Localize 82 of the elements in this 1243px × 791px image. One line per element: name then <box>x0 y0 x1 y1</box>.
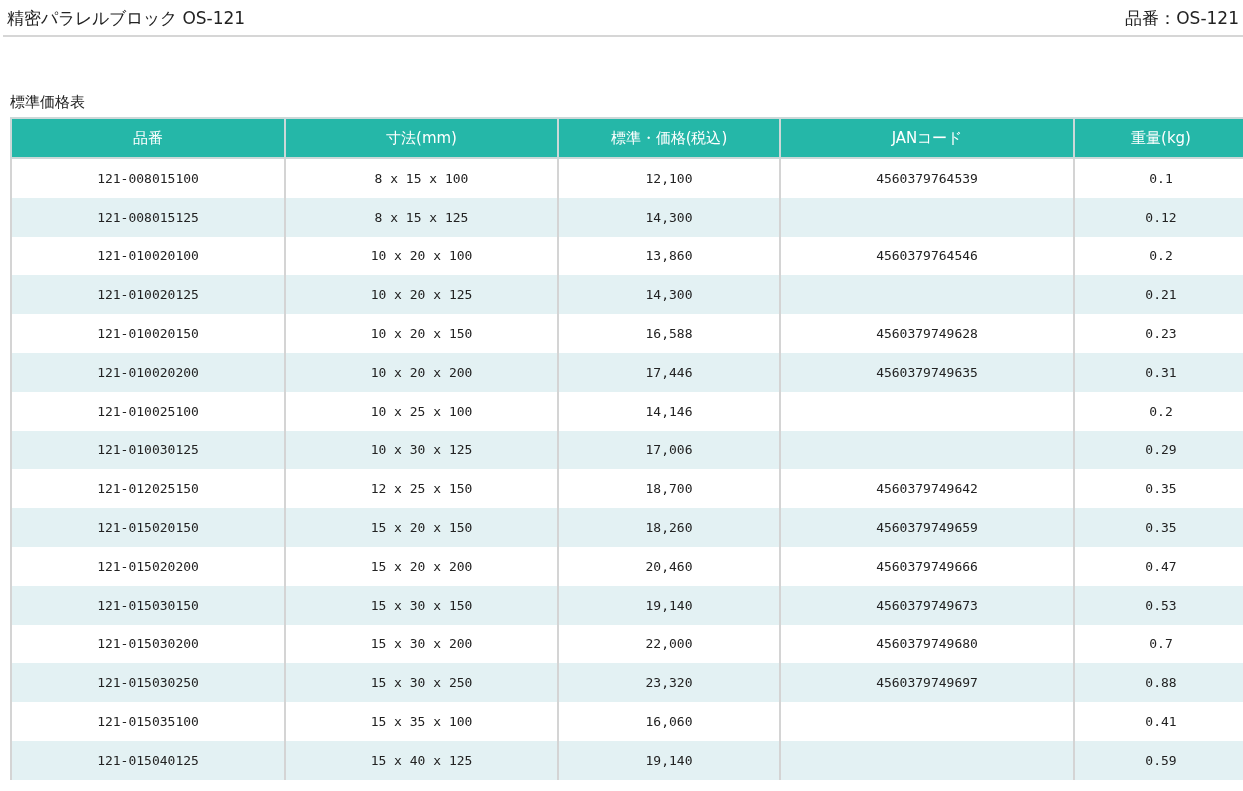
table-cell: 19,140 <box>645 597 693 613</box>
table-cell: 19,140 <box>645 752 693 768</box>
part-number: 品番：OS-121 <box>1125 7 1239 30</box>
table-cell: 121-010020200 <box>97 364 199 380</box>
table-cell: 10 x 20 x 150 <box>370 326 473 342</box>
section-title: 標準価格表 <box>10 93 85 113</box>
table-cell: 4560379749642 <box>876 481 978 497</box>
table-cell: 10 x 30 x 125 <box>370 442 473 458</box>
column-header: JANコード <box>780 118 1074 158</box>
table-cell: 12 x 25 x 150 <box>370 481 473 497</box>
table-cell: 12,100 <box>645 170 693 186</box>
table-cell: 121-015035100 <box>97 714 199 730</box>
table-cell: 121-008015100 <box>97 170 199 186</box>
table-cell: 23,320 <box>645 675 693 691</box>
table-cell: 10 x 25 x 100 <box>370 403 473 419</box>
table-cell: 10 x 20 x 100 <box>370 248 473 264</box>
table-cell: 121-012025150 <box>97 481 199 497</box>
table-cell: 121-015030250 <box>97 675 199 691</box>
table-cell: 18,700 <box>645 481 693 497</box>
table-cell: 4560379749673 <box>876 597 978 613</box>
table-cell: 13,860 <box>645 248 693 264</box>
table-cell: 15 x 30 x 150 <box>370 597 473 613</box>
table-cell: 4560379764539 <box>876 170 978 186</box>
table-cell: 10 x 20 x 200 <box>370 364 473 380</box>
table-cell: 0.12 <box>1145 209 1177 225</box>
table-cell: 0.1 <box>1149 170 1173 186</box>
table-cell: 0.21 <box>1145 287 1177 303</box>
table-cell: 0.2 <box>1149 248 1173 264</box>
column-header: 重量(kg) <box>1074 118 1243 158</box>
table-cell: 4560379749635 <box>876 364 978 380</box>
table-cell: 4560379749659 <box>876 520 978 536</box>
table-cell: 0.53 <box>1145 597 1177 613</box>
table-cell: 121-015030200 <box>97 636 199 652</box>
table-cell: 121-015040125 <box>97 752 199 768</box>
column-header: 標準・価格(税込) <box>558 118 780 158</box>
table-cell: 4560379749666 <box>876 558 978 574</box>
table-cell: 14,300 <box>645 209 693 225</box>
table-cell: 10 x 20 x 125 <box>370 287 473 303</box>
table-cell: 16,588 <box>645 326 693 342</box>
table-cell: 121-008015125 <box>97 209 199 225</box>
table-cell: 15 x 30 x 200 <box>370 636 473 652</box>
table-cell: 0.47 <box>1145 558 1177 574</box>
table-cell: 0.88 <box>1145 675 1177 691</box>
table-cell: 4560379749697 <box>876 675 978 691</box>
table-cell: 121-010025100 <box>97 403 199 419</box>
table-cell: 121-015030150 <box>97 597 199 613</box>
column-header: 品番 <box>11 118 285 158</box>
table-cell: 15 x 20 x 200 <box>370 558 473 574</box>
table-cell: 121-010020100 <box>97 248 199 264</box>
table-cell: 121-010020125 <box>97 287 199 303</box>
table-cell: 15 x 20 x 150 <box>370 520 473 536</box>
table-cell: 0.7 <box>1149 636 1173 652</box>
table-cell: 0.59 <box>1145 752 1177 768</box>
table-cell: 121-015020200 <box>97 558 199 574</box>
table-cell: 18,260 <box>645 520 693 536</box>
table-cell: 8 x 15 x 125 <box>374 209 469 225</box>
table-cell: 17,006 <box>645 442 693 458</box>
table-cell: 121-010020150 <box>97 326 199 342</box>
table-cell: 0.35 <box>1145 520 1177 536</box>
table-cell: 16,060 <box>645 714 693 730</box>
table-cell: 0.35 <box>1145 481 1177 497</box>
table-cell: 20,460 <box>645 558 693 574</box>
page-title: 精密パラレルブロック OS-121 <box>7 7 246 30</box>
table-cell: 0.23 <box>1145 326 1177 342</box>
table-cell: 4560379749628 <box>876 326 978 342</box>
table-cell: 17,446 <box>645 364 693 380</box>
table-cell: 15 x 30 x 250 <box>370 675 473 691</box>
table-cell: 8 x 15 x 100 <box>374 170 469 186</box>
table-cell: 121-010030125 <box>97 442 199 458</box>
table-cell: 15 x 40 x 125 <box>370 752 473 768</box>
table-cell: 14,146 <box>645 403 693 419</box>
table-cell: 0.31 <box>1145 364 1177 380</box>
table-cell: 4560379749680 <box>876 636 978 652</box>
table-cell: 14,300 <box>645 287 693 303</box>
table-cell: 0.41 <box>1145 714 1177 730</box>
table-cell: 121-015020150 <box>97 520 199 536</box>
table-cell: 0.29 <box>1145 442 1177 458</box>
table-cell: 15 x 35 x 100 <box>370 714 473 730</box>
table-cell: 4560379764546 <box>876 248 978 264</box>
table-cell: 0.2 <box>1149 403 1173 419</box>
column-header: 寸法(mm) <box>285 118 558 158</box>
table-cell: 22,000 <box>645 636 693 652</box>
